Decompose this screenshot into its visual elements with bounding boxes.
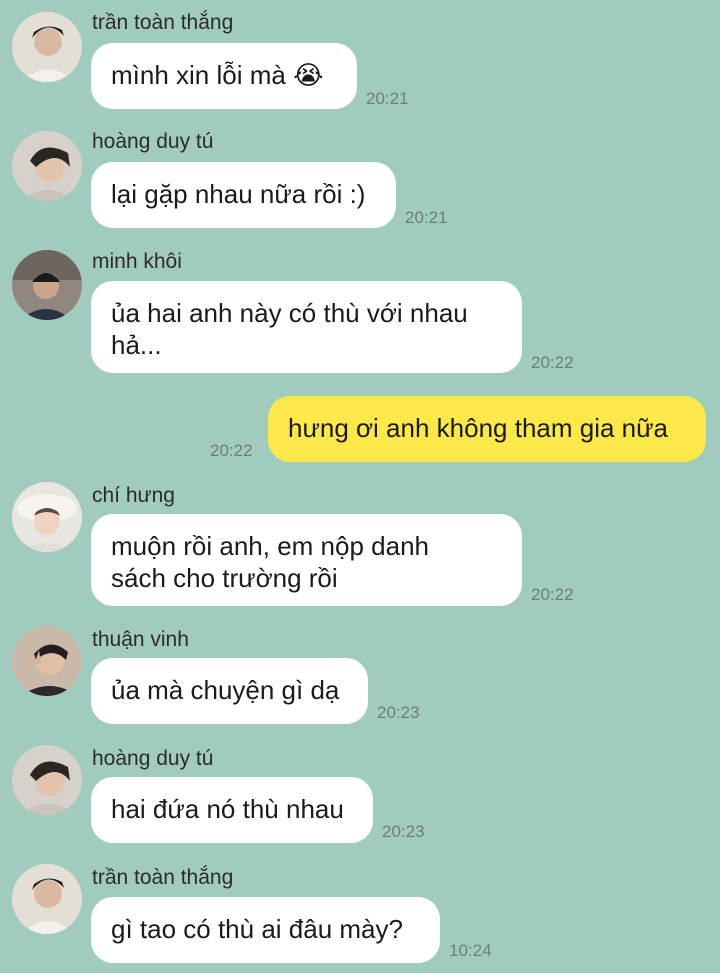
sender-name: chí hưng	[92, 484, 175, 507]
message-time: 20:21	[366, 89, 409, 108]
sender-name: minh khôi	[92, 250, 182, 273]
message-time: 20:22	[210, 441, 253, 460]
message-bubble[interactable]: ủa mà chuyện gì dạ	[91, 658, 368, 724]
message-bubble-outgoing[interactable]: hưng ơi anh không tham gia nữa	[268, 396, 706, 462]
message-bubble[interactable]: mình xin lỗi mà 😭	[91, 43, 357, 109]
avatar-icon[interactable]	[12, 250, 82, 320]
message-time: 20:22	[531, 585, 574, 604]
message-bubble[interactable]: lại gặp nhau nữa rồi :)	[91, 162, 396, 228]
avatar-icon[interactable]	[12, 482, 82, 552]
message-bubble[interactable]: muộn rồi anh, em nộp danh sách cho trườn…	[91, 514, 522, 606]
avatar-icon[interactable]	[12, 626, 82, 696]
message-bubble[interactable]: hai đứa nó thù nhau	[91, 777, 373, 843]
sender-name: trần toàn thắng	[92, 11, 234, 34]
sender-name: hoàng duy tú	[92, 747, 214, 770]
message-time: 10:24	[449, 941, 492, 960]
message-time: 20:22	[531, 353, 574, 372]
message-time: 20:23	[377, 703, 420, 722]
avatar-icon[interactable]	[12, 12, 82, 82]
sender-name: trần toàn thắng	[92, 866, 234, 889]
message-time: 20:21	[405, 208, 448, 227]
sender-name: hoàng duy tú	[92, 130, 214, 153]
message-bubble[interactable]: gì tao có thù ai đâu mày?	[91, 897, 440, 963]
sender-name: thuận vinh	[92, 628, 189, 651]
avatar-icon[interactable]	[12, 745, 82, 815]
avatar-icon[interactable]	[12, 131, 82, 201]
avatar-icon[interactable]	[12, 864, 82, 934]
message-time: 20:23	[382, 822, 425, 841]
message-bubble[interactable]: ủa hai anh này có thù với nhau hả...	[91, 281, 522, 373]
